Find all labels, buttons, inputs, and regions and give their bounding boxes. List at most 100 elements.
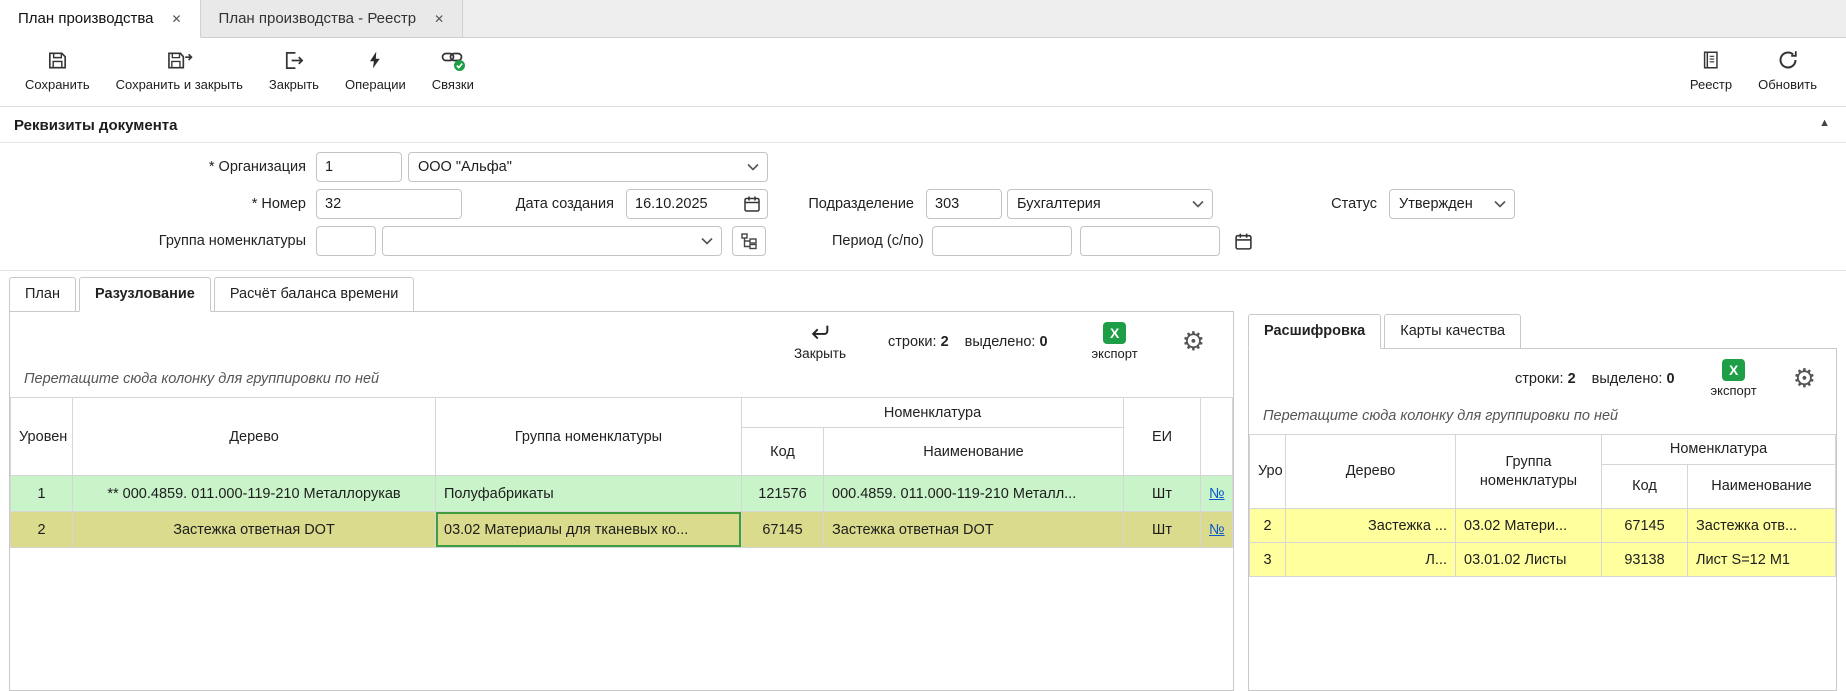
save-and-close-button[interactable]: Сохранить и закрыть <box>116 47 243 92</box>
nomenclature-group-select[interactable] <box>382 226 722 256</box>
cell-code[interactable]: 67145 <box>742 512 824 548</box>
tab-time-balance[interactable]: Расчёт баланса времени <box>214 277 415 312</box>
rows-label: строки: <box>1515 371 1564 387</box>
form-row-organization: * Организация ООО "Альфа" <box>0 151 1846 183</box>
window-tab-production-plan-registry[interactable]: План производства - Реестр ✕ <box>201 0 464 37</box>
cell-nom-group-selected[interactable]: 03.02 Материалы для тканевых ко... <box>436 512 742 548</box>
cell-level[interactable]: 3 <box>1250 543 1286 577</box>
column-header-level[interactable]: Уровен <box>11 398 73 476</box>
settings-gear-icon[interactable]: ⚙ <box>1793 366 1816 392</box>
cell-tree[interactable]: Застежка ответная DOT <box>73 512 436 548</box>
close-icon[interactable]: ✕ <box>171 13 181 25</box>
column-header-name[interactable]: Наименование <box>1688 465 1836 509</box>
collapse-section-icon[interactable]: ▲ <box>1819 117 1830 129</box>
window-tab-production-plan[interactable]: План производства ✕ <box>0 0 201 38</box>
cell-code[interactable]: 67145 <box>1602 509 1688 543</box>
nomenclature-tree-button[interactable] <box>732 226 766 256</box>
table-row[interactable]: 3 Л... 03.01.02 Листы 93138 Лист S=12 М1 <box>1250 543 1836 577</box>
column-header-tree[interactable]: Дерево <box>1286 435 1456 509</box>
rows-label: строки: <box>888 334 937 350</box>
registry-button[interactable]: Реестр <box>1690 47 1732 92</box>
excel-icon: X <box>1722 359 1745 381</box>
export-excel-button[interactable]: X экспорт <box>1711 359 1757 398</box>
cell-norm[interactable]: № <box>1201 476 1233 512</box>
norm-link[interactable]: № <box>1209 486 1225 502</box>
period-from-field[interactable] <box>932 226 1072 256</box>
table-row[interactable]: 1 ** 000.4859. 011.000-119-210 Металлору… <box>11 476 1233 512</box>
group-by-hint: Перетащите сюда колонку для группировки … <box>1249 400 1836 434</box>
grid-row-stats: строки: 2 выделено: 0 <box>1515 371 1675 387</box>
period-to-field[interactable] <box>1080 226 1220 256</box>
cell-level[interactable]: 2 <box>11 512 73 548</box>
group-header-nomenclature: Номенклатура <box>742 398 1124 428</box>
created-date-label: Дата создания <box>474 196 624 212</box>
column-header-nom-group[interactable]: Группа номенклатуры <box>1456 435 1602 509</box>
section-title: Реквизиты документа ▲ <box>0 107 1846 143</box>
nomenclature-group-code-field[interactable] <box>316 226 376 256</box>
cell-level[interactable]: 1 <box>11 476 73 512</box>
column-header-nom-group[interactable]: Группа номенклатуры <box>436 398 742 476</box>
norm-link[interactable]: № <box>1209 522 1225 538</box>
table-row[interactable]: 2 Застежка ... 03.02 Матери... 67145 Зас… <box>1250 509 1836 543</box>
column-header-name[interactable]: Наименование <box>824 428 1124 476</box>
column-header-code[interactable]: Код <box>1602 465 1688 509</box>
cell-code[interactable]: 121576 <box>742 476 824 512</box>
settings-gear-icon[interactable]: ⚙ <box>1182 329 1205 355</box>
cell-nom-group[interactable]: 03.01.02 Листы <box>1456 543 1602 577</box>
department-code-field[interactable] <box>926 189 1002 219</box>
cell-unit[interactable]: Шт <box>1124 512 1201 548</box>
detail-grid-toolbar: строки: 2 выделено: 0 X экспорт ⚙ <box>1249 349 1836 400</box>
status-select[interactable]: Утвержден <box>1389 189 1515 219</box>
department-select[interactable]: Бухгалтерия <box>1007 189 1213 219</box>
tab-razuzlovanie[interactable]: Разузлование <box>79 277 211 312</box>
cell-name[interactable]: Лист S=12 М1 <box>1688 543 1836 577</box>
table-row[interactable]: 2 Застежка ответная DOT 03.02 Материалы … <box>11 512 1233 548</box>
close-icon[interactable]: ✕ <box>434 13 444 25</box>
cell-norm[interactable]: № <box>1201 512 1233 548</box>
column-header-tree[interactable]: Дерево <box>73 398 436 476</box>
tab-rasshifrovka[interactable]: Расшифровка <box>1248 314 1381 349</box>
cell-level[interactable]: 2 <box>1250 509 1286 543</box>
department-label: Подразделение <box>782 196 924 212</box>
calendar-icon <box>1234 232 1253 251</box>
cell-unit[interactable]: Шт <box>1124 476 1201 512</box>
refresh-icon <box>1776 47 1800 73</box>
group-header-nomenclature: Номенклатура <box>1602 435 1836 465</box>
excel-icon: X <box>1103 322 1126 344</box>
cell-name[interactable]: Застежка ответная DOT <box>824 512 1124 548</box>
window-tab-label: План производства - Реестр <box>219 10 417 27</box>
document-details-section: Реквизиты документа ▲ * Организация ООО … <box>0 107 1846 271</box>
period-calendar-button[interactable] <box>1234 232 1253 251</box>
save-button[interactable]: Сохранить <box>25 47 90 92</box>
grid-close-button[interactable]: Закрыть <box>794 322 846 361</box>
organization-code-field[interactable] <box>316 152 402 182</box>
refresh-button[interactable]: Обновить <box>1758 47 1817 92</box>
main-grid-table: Уровен Дерево Группа номенклатуры Номенк… <box>10 397 1233 548</box>
tree-hierarchy-icon <box>740 232 758 250</box>
column-header-unit[interactable]: ЕИ <box>1124 398 1201 476</box>
column-header-level[interactable]: Уро <box>1250 435 1286 509</box>
close-document-button[interactable]: Закрыть <box>269 47 319 92</box>
cell-nom-group[interactable]: 03.02 Матери... <box>1456 509 1602 543</box>
cell-tree[interactable]: Застежка ... <box>1286 509 1456 543</box>
nomenclature-group-label: Группа номенклатуры <box>0 233 316 249</box>
tab-plan[interactable]: План <box>9 277 76 312</box>
organization-select[interactable]: ООО "Альфа" <box>408 152 768 182</box>
created-date-field[interactable] <box>626 189 768 219</box>
links-button[interactable]: Связки <box>432 47 474 92</box>
tab-quality-cards[interactable]: Карты качества <box>1384 314 1521 349</box>
cell-nom-group[interactable]: Полуфабрикаты <box>436 476 742 512</box>
column-header-code[interactable]: Код <box>742 428 824 476</box>
cell-name[interactable]: Застежка отв... <box>1688 509 1836 543</box>
main-grid-area: План Разузлование Расчёт баланса времени… <box>9 277 1234 691</box>
cell-tree[interactable]: ** 000.4859. 011.000-119-210 Металлорука… <box>73 476 436 512</box>
cell-name[interactable]: 000.4859. 011.000-119-210 Металл... <box>824 476 1124 512</box>
operations-button[interactable]: Операции <box>345 47 406 92</box>
journal-icon <box>1700 47 1722 73</box>
exit-door-icon <box>282 47 305 73</box>
cell-code[interactable]: 93138 <box>1602 543 1688 577</box>
column-header-cut[interactable] <box>1201 398 1233 476</box>
export-excel-button[interactable]: X экспорт <box>1092 322 1138 361</box>
number-field[interactable] <box>316 189 462 219</box>
cell-tree[interactable]: Л... <box>1286 543 1456 577</box>
